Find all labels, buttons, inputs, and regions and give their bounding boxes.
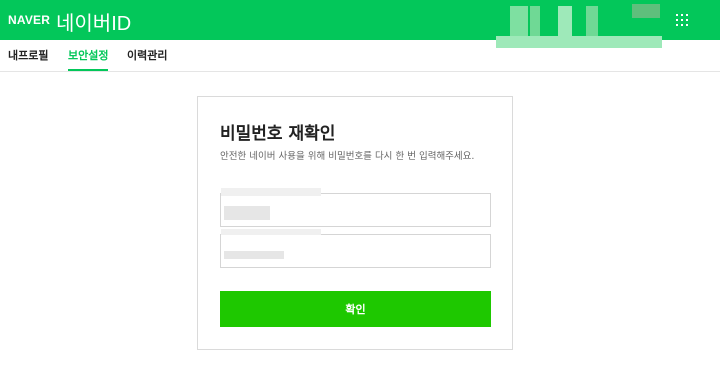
- top-header: NAVER 네이버ID: [0, 0, 720, 48]
- password-field[interactable]: [220, 229, 491, 268]
- id-field[interactable]: [220, 188, 491, 227]
- redacted-block: [558, 6, 572, 36]
- apps-grid-icon[interactable]: [674, 12, 690, 28]
- id-input[interactable]: [221, 194, 490, 226]
- password-recheck-card: 비밀번호 재확인 안전한 네이버 사용을 위해 비밀번호를 다시 한 번 입력해…: [197, 96, 513, 350]
- tab-history[interactable]: 이력관리: [127, 40, 167, 71]
- card-title: 비밀번호 재확인: [220, 124, 336, 144]
- redacted-block: [530, 6, 540, 36]
- nav-tabs: 내프로필 보안설정 이력관리: [0, 40, 720, 72]
- password-input[interactable]: [221, 235, 490, 267]
- naver-logo[interactable]: NAVER: [8, 13, 50, 27]
- confirm-button[interactable]: 확인: [220, 291, 491, 327]
- redacted-block: [632, 4, 660, 18]
- tab-security[interactable]: 보안설정: [68, 40, 109, 71]
- service-title[interactable]: 네이버ID: [56, 7, 131, 36]
- card-description: 안전한 네이버 사용을 위해 비밀번호를 다시 한 번 입력해주세요.: [220, 151, 475, 162]
- redacted-block: [510, 6, 528, 36]
- tab-profile[interactable]: 내프로필: [8, 40, 48, 71]
- redacted-block: [586, 6, 598, 36]
